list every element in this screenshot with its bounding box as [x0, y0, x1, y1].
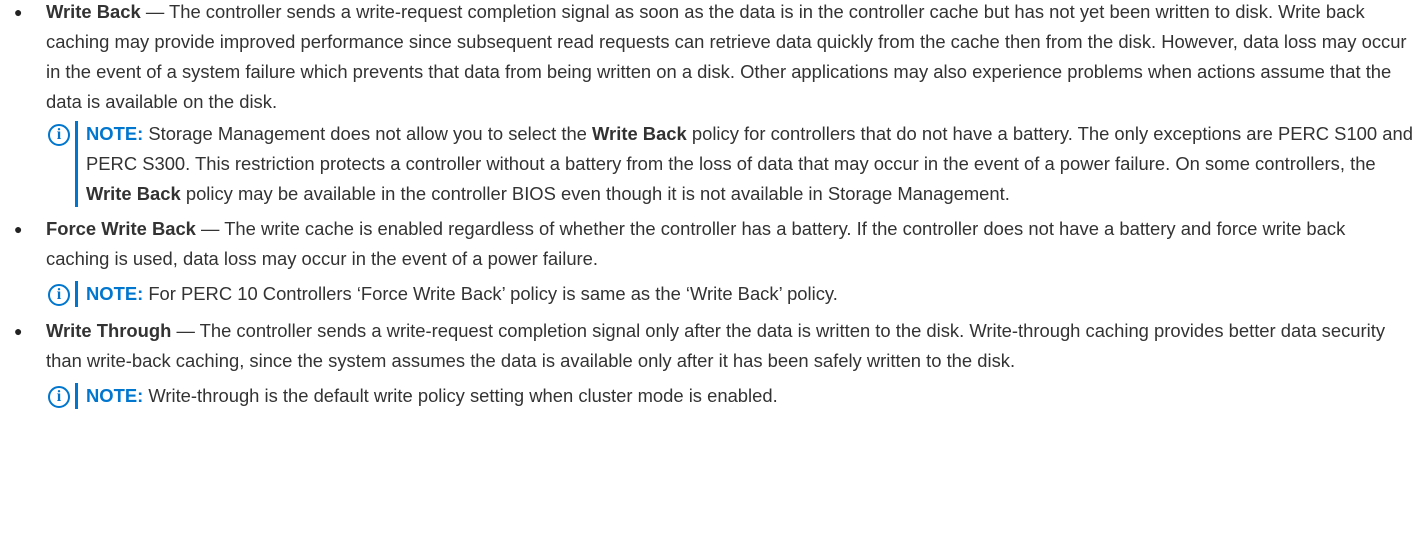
- note-text: NOTE: Write-through is the default write…: [80, 381, 1413, 411]
- term-write-through: Write Through: [46, 320, 172, 341]
- note-label: NOTE:: [86, 123, 144, 144]
- note-force-write-back: i NOTE: For PERC 10 Controllers ‘Force W…: [46, 279, 1413, 309]
- list-item-write-back: ● Write Back — The controller sends a wr…: [0, 0, 1413, 117]
- info-icon: i: [48, 386, 70, 408]
- description-force-write-back: — The write cache is enabled regardless …: [46, 218, 1346, 269]
- bullet: ●: [14, 4, 23, 20]
- note-write-through: i NOTE: Write-through is the default wri…: [46, 381, 1413, 411]
- note-divider: [75, 383, 78, 409]
- description-write-back: — The controller sends a write-request c…: [46, 1, 1407, 112]
- note-text-part: Storage Management does not allow you to…: [143, 123, 593, 144]
- info-icon: i: [48, 284, 70, 306]
- note-emphasis: Write Back: [86, 183, 181, 204]
- list-item-force-write-back: ● Force Write Back — The write cache is …: [0, 214, 1413, 274]
- note-label: NOTE:: [86, 283, 144, 304]
- note-text: NOTE: Storage Management does not allow …: [80, 119, 1413, 209]
- note-text: NOTE: For PERC 10 Controllers ‘Force Wri…: [80, 279, 1413, 309]
- note-text-part: For PERC 10 Controllers ‘Force Write Bac…: [143, 283, 838, 304]
- note-label: NOTE:: [86, 385, 144, 406]
- note-divider: [75, 281, 78, 307]
- info-icon: i: [48, 124, 70, 146]
- bullet: ●: [14, 323, 23, 339]
- term-force-write-back: Force Write Back: [46, 218, 196, 239]
- list-item-write-through: ● Write Through — The controller sends a…: [0, 316, 1413, 376]
- bullet: ●: [14, 221, 23, 237]
- note-emphasis: Write Back: [592, 123, 687, 144]
- document-body: ● Write Back — The controller sends a wr…: [0, 0, 1413, 411]
- note-divider: [75, 121, 78, 207]
- note-text-part: Write-through is the default write polic…: [143, 385, 778, 406]
- note-text-part: policy may be available in the controlle…: [180, 183, 1010, 204]
- term-write-back: Write Back: [46, 1, 141, 22]
- description-write-through: — The controller sends a write-request c…: [46, 320, 1386, 371]
- note-write-back: i NOTE: Storage Management does not allo…: [46, 119, 1413, 209]
